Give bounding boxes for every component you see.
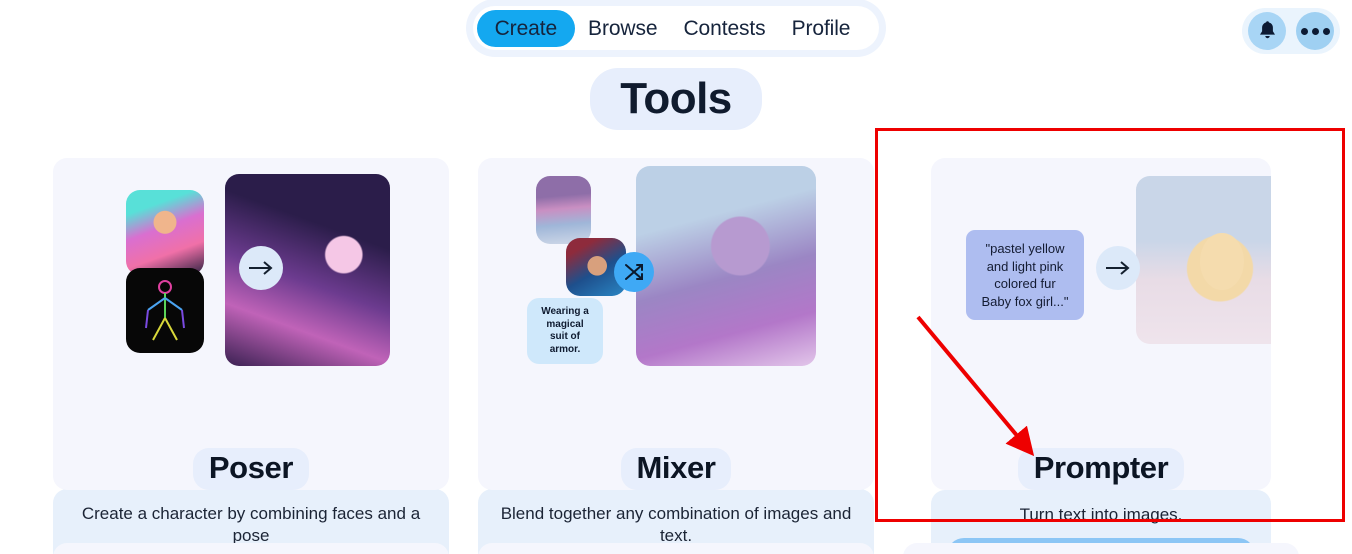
- next-card-3[interactable]: [903, 543, 1299, 554]
- ellipsis-icon: [1300, 27, 1330, 35]
- mixer-title-wrap: Mixer: [478, 448, 874, 490]
- nav-item-profile[interactable]: Profile: [779, 12, 864, 45]
- bell-icon: [1259, 20, 1275, 38]
- poser-arrow-badge: [239, 246, 283, 290]
- mixer-preview: Wearing a magical suit of armor. Mixer: [478, 158, 874, 490]
- top-right-actions: [1242, 8, 1340, 54]
- poser-pose-thumbnail: [126, 268, 204, 353]
- tool-card-prompter: "pastel yellow and light pink colored fu…: [903, 158, 1299, 554]
- nav-item-contests[interactable]: Contests: [670, 12, 778, 45]
- more-options-button[interactable]: [1296, 12, 1334, 50]
- poser-face-thumbnail: [126, 190, 204, 275]
- nav-item-create[interactable]: Create: [476, 9, 576, 47]
- page-title: Tools: [590, 68, 762, 130]
- page-title-wrap: Tools: [0, 68, 1352, 130]
- prompter-description: Turn text into images.: [1019, 505, 1183, 524]
- poser-description: Create a character by combining faces an…: [81, 504, 421, 546]
- tools-card-grid: Poser Create a character by combining fa…: [0, 158, 1352, 554]
- tools-page: Create Browse Contests Profile Tools Pos…: [0, 0, 1352, 554]
- next-row-cards: [0, 543, 1352, 554]
- nav-item-browse[interactable]: Browse: [575, 12, 670, 45]
- mixer-description: Blend together any combination of images…: [500, 504, 852, 546]
- mixer-title: Mixer: [620, 448, 732, 490]
- prompter-title-wrap: Prompter: [931, 448, 1271, 490]
- arrow-right-icon: [249, 261, 273, 275]
- tool-card-mixer: Wearing a magical suit of armor. Mixer B…: [478, 158, 874, 554]
- mixer-hero-art: Wearing a magical suit of armor.: [478, 158, 874, 490]
- poser-title-wrap: Poser: [53, 448, 449, 490]
- prompter-arrow-badge: [1096, 246, 1140, 290]
- prompter-title: Prompter: [1017, 448, 1185, 490]
- next-card-2[interactable]: [478, 543, 874, 554]
- prompter-result-image: [1136, 176, 1271, 344]
- prompter-hero-art: "pastel yellow and light pink colored fu…: [931, 158, 1271, 490]
- mixer-prompt-chip: Wearing a magical suit of armor.: [527, 298, 603, 364]
- prompter-prompt-chip: "pastel yellow and light pink colored fu…: [966, 230, 1084, 321]
- arrow-right-icon: [1106, 261, 1130, 275]
- poser-title: Poser: [192, 448, 310, 490]
- prompter-preview: "pastel yellow and light pink colored fu…: [931, 158, 1271, 490]
- next-card-1[interactable]: [53, 543, 449, 554]
- main-navigation: Create Browse Contests Profile: [0, 6, 1352, 50]
- mixer-result-image: [636, 166, 816, 366]
- notifications-button[interactable]: [1248, 12, 1286, 50]
- tool-card-poser: Poser Create a character by combining fa…: [53, 158, 449, 554]
- poser-preview: Poser: [53, 158, 449, 490]
- mixer-shuffle-badge: [614, 252, 654, 292]
- shuffle-icon: [625, 264, 643, 280]
- mixer-landscape-thumbnail: [536, 176, 591, 244]
- poser-hero-art: [53, 158, 449, 490]
- nav-pill: Create Browse Contests Profile: [472, 6, 880, 50]
